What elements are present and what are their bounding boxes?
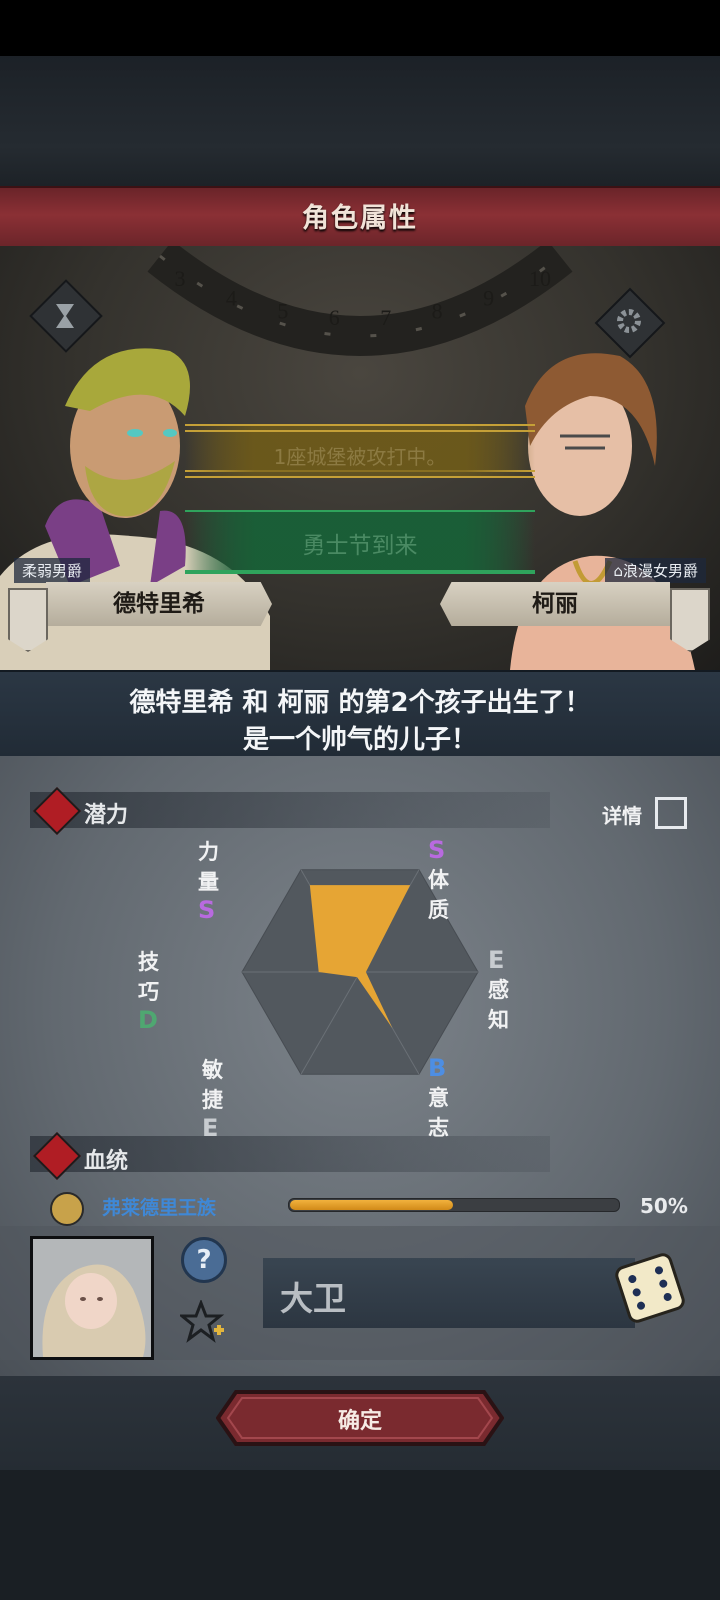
father-name: 德特里希 bbox=[113, 591, 205, 617]
stat-name: 技巧 bbox=[138, 950, 159, 1004]
stat-3: B 意志 bbox=[428, 1054, 449, 1142]
father-trait: 柔弱男爵 bbox=[14, 558, 91, 583]
dial-number: 7 bbox=[380, 305, 391, 330]
star-add-icon[interactable] bbox=[180, 1300, 226, 1344]
dial-number: 5 bbox=[277, 299, 288, 324]
father-name-plate: 德特里希 bbox=[46, 582, 272, 626]
dial-number: 3 bbox=[175, 266, 186, 291]
event-festival-text: 勇士节到来 bbox=[302, 533, 418, 559]
stat-grade: B bbox=[428, 1054, 447, 1082]
status-bar-area bbox=[0, 0, 720, 56]
potential-label: 潜力 bbox=[84, 803, 129, 828]
stat-5: 技巧 D bbox=[138, 946, 159, 1034]
mother-trait-text: 浪漫女男爵 bbox=[622, 562, 698, 580]
birth-message-line2: 是一个帅气的儿子！ bbox=[242, 725, 477, 755]
dial-number: 6 bbox=[329, 305, 340, 330]
bloodline-label: 血统 bbox=[84, 1149, 129, 1174]
dial-number: 10 bbox=[529, 266, 551, 291]
birth-message-line1: 德特里希 和 柯丽 的第2个孩子出生了！ bbox=[129, 688, 591, 718]
dial-number: 4 bbox=[226, 286, 237, 311]
stat-name: 力量 bbox=[198, 840, 219, 894]
page-title: 角色属性 bbox=[302, 203, 418, 234]
child-portrait bbox=[30, 1236, 154, 1360]
stat-1: S 体质 bbox=[428, 836, 449, 924]
mother-name-plate: 柯丽 bbox=[440, 582, 670, 626]
father-crest-icon[interactable] bbox=[8, 588, 48, 652]
event-siege-text: 1座城堡被攻打中。 bbox=[273, 445, 447, 469]
home-icon: ⌂ bbox=[613, 562, 623, 580]
stat-grade: S bbox=[198, 896, 216, 924]
stat-2: E 感知 bbox=[488, 946, 509, 1034]
bloodline-percent: 50% bbox=[640, 1194, 688, 1218]
stat-0: 力量 S bbox=[198, 836, 219, 924]
stat-name: 感知 bbox=[488, 978, 509, 1032]
mother-trait: ⌂浪漫女男爵 bbox=[605, 558, 706, 583]
dice-randomize-icon[interactable] bbox=[612, 1250, 688, 1326]
stat-grade: E bbox=[488, 946, 505, 974]
potential-radar-chart bbox=[241, 869, 479, 1075]
stat-name: 意志 bbox=[428, 1086, 449, 1140]
confirm-label: 确定 bbox=[337, 1409, 382, 1434]
stat-4: 敏捷 E bbox=[202, 1054, 223, 1142]
help-icon[interactable]: ? bbox=[181, 1237, 227, 1283]
dial-number: 9 bbox=[483, 286, 494, 311]
family-name: 弗莱德里王族 bbox=[102, 1197, 217, 1219]
family-crest-icon bbox=[50, 1192, 84, 1226]
bloodline-progress-fill bbox=[290, 1200, 453, 1210]
mother-crest-icon[interactable] bbox=[670, 588, 710, 652]
stat-grade: D bbox=[138, 1006, 158, 1034]
details-label: 详情 bbox=[602, 804, 642, 828]
stat-name: 体质 bbox=[428, 868, 449, 922]
dial-number: 8 bbox=[432, 299, 443, 324]
details-checkbox[interactable] bbox=[655, 797, 687, 829]
background-bottom bbox=[0, 1470, 720, 1600]
hourglass-icon bbox=[56, 304, 74, 328]
mother-name: 柯丽 bbox=[532, 591, 578, 617]
background-top bbox=[0, 56, 720, 186]
stat-name: 敏捷 bbox=[202, 1058, 223, 1112]
gear-icon bbox=[617, 309, 641, 333]
child-name-value: 大卫 bbox=[280, 1279, 346, 1318]
stat-grade: S bbox=[428, 836, 446, 864]
